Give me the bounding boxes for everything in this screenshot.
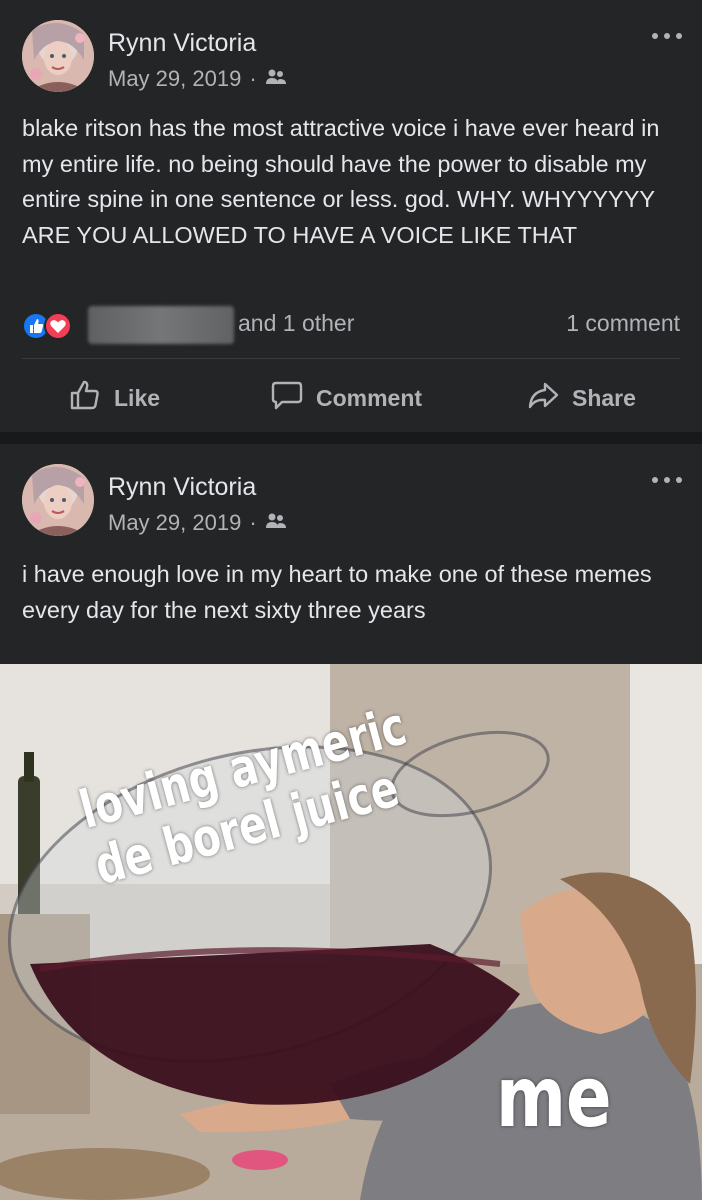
share-arrow-icon: [526, 378, 560, 418]
reaction-summary[interactable]: and 1 other 1 comment: [22, 304, 680, 346]
meme-illustration: [0, 664, 702, 1200]
share-label: Share: [572, 384, 636, 411]
post-text: blake ritson has the most attractive voi…: [22, 115, 660, 248]
friends-icon: [265, 510, 287, 536]
friends-icon: [265, 66, 287, 92]
more-options-icon[interactable]: [652, 30, 682, 40]
reaction-text: and 1 other: [238, 310, 355, 336]
post-meta: May 29, 2019 ·: [108, 66, 287, 92]
like-label: Like: [114, 384, 161, 411]
avatar[interactable]: [22, 20, 94, 92]
post-text: i have enough love in my heart to make o…: [22, 561, 652, 623]
post-date[interactable]: May 29, 2019: [108, 510, 241, 536]
redacted-name: [88, 306, 234, 344]
like-button[interactable]: Like: [68, 378, 160, 418]
love-reaction-icon: [44, 312, 72, 340]
post-card: Rynn Victoria May 29, 2019 · blake ritso…: [0, 0, 702, 432]
comment-button[interactable]: Comment: [270, 378, 422, 418]
post-date[interactable]: May 29, 2019: [108, 66, 241, 92]
post-card: Rynn Victoria May 29, 2019 · i have enou…: [0, 444, 702, 1200]
post-meta: May 29, 2019 ·: [108, 510, 287, 536]
more-options-icon[interactable]: [652, 474, 682, 484]
share-button[interactable]: Share: [526, 378, 636, 418]
divider: [22, 358, 680, 359]
post-actions: Like Comment Share: [0, 372, 702, 422]
comment-count-link[interactable]: 1 comment: [566, 310, 680, 337]
separator-dot: ·: [249, 510, 257, 535]
thumbs-up-icon: [68, 378, 102, 418]
post-header: Rynn Victoria May 29, 2019 ·: [22, 464, 682, 540]
post-header: Rynn Victoria May 29, 2019 ·: [22, 20, 682, 96]
comment-bubble-icon: [270, 378, 304, 418]
comment-label: Comment: [316, 384, 423, 411]
author-name[interactable]: Rynn Victoria: [108, 473, 256, 502]
author-name[interactable]: Rynn Victoria: [108, 29, 256, 58]
meme-image[interactable]: loving aymeric de borel juice me: [0, 664, 702, 1200]
avatar[interactable]: [22, 464, 94, 536]
separator-dot: ·: [249, 66, 257, 91]
